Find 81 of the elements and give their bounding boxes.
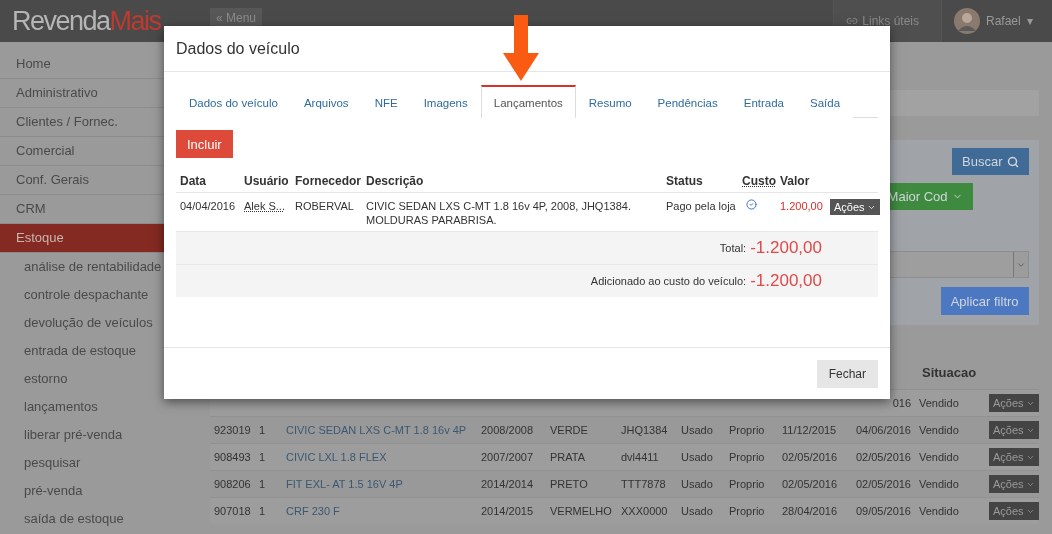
table-cell-text: 02/05/2016: [782, 451, 839, 463]
table-cell-text: VERDE: [550, 424, 589, 436]
column-header: Situacao: [922, 365, 978, 382]
sidebar-item[interactable]: Estoque: [0, 224, 164, 253]
actions-button[interactable]: Ações: [989, 421, 1039, 439]
table-cell-text: 908206: [214, 478, 252, 490]
table-cell-text: Vendido: [919, 424, 960, 436]
table-cell-text: 1: [259, 478, 267, 490]
actions-button[interactable]: Ações: [989, 475, 1039, 493]
table-cell-text: 1: [259, 451, 267, 463]
column-header: Valor: [780, 174, 811, 188]
table-cell-text: 1.200,00: [780, 199, 824, 214]
table-cell-text: 04/04/2016: [180, 199, 237, 214]
vehicle-link[interactable]: CRF 230 F: [286, 505, 481, 517]
table-cell-text: ROBERVAL: [295, 199, 355, 214]
table-cell-text: Pago pela loja: [666, 199, 737, 214]
table-cell-text: 1: [259, 424, 267, 436]
table-cell-text: Usado: [681, 424, 714, 436]
link-icon: [846, 15, 859, 27]
column-header: Descrição: [366, 174, 425, 188]
table-cell-text: 2014/2015: [481, 505, 534, 517]
table-cell-text: CIVIC SEDAN LXS C-MT 1.8 16v 4P, 2008, JHQ1384. MOLDURAS PARABRISA.: [366, 199, 632, 228]
table-cell-text: Vendido: [919, 505, 960, 517]
table-cell-text: 02/05/2016: [854, 451, 912, 463]
apply-filter-button[interactable]: Aplicar filtro: [940, 287, 1029, 315]
total-label: Adicionado ao custo do veículo:: [590, 275, 747, 287]
table-cell-text: JHQ1384: [621, 424, 669, 436]
table-cell-text: PRATA: [550, 451, 587, 463]
table-cell-text: 907018: [214, 505, 252, 517]
table-cell-text: Proprio: [729, 424, 766, 436]
avatar: [954, 8, 980, 34]
column-header: Data: [180, 174, 207, 188]
table-cell-text: Usado: [681, 451, 714, 463]
column-header: Status: [666, 174, 704, 188]
total-value: -1.200,00: [750, 271, 822, 291]
table-cell-text: TTT7878: [621, 478, 667, 490]
table-cell-text: Alek S...: [244, 199, 286, 214]
search-icon: [1006, 155, 1019, 168]
actions-button[interactable]: Ações: [830, 199, 880, 215]
column-header: Usuário: [244, 174, 290, 188]
table-cell-text: 908493: [214, 451, 252, 463]
table-cell-text: VERMELHO: [550, 505, 613, 517]
table-cell-text: 11/12/2015: [782, 424, 838, 436]
add-button[interactable]: Incluir: [176, 130, 233, 158]
table-cell-text: Usado: [681, 478, 714, 490]
table-cell-text: Usado: [681, 505, 714, 517]
table-cell-text: 016: [891, 397, 912, 409]
actions-button[interactable]: Ações: [989, 448, 1039, 466]
vehicle-link[interactable]: CIVIC SEDAN LXS C-MT 1.8 16v 4P: [286, 424, 481, 436]
column-header: Fornecedor: [295, 174, 362, 188]
table-cell-text: 1: [259, 505, 267, 517]
total-label: Total:: [719, 242, 747, 254]
table-cell-text: 02/05/2016: [854, 478, 912, 490]
logo: RevendaMais: [11, 5, 162, 37]
table-cell-text: Proprio: [729, 505, 766, 517]
table-cell-text: PRETO: [550, 478, 589, 490]
table-cell-text: 2007/2007: [481, 451, 534, 463]
actions-button[interactable]: Ações: [989, 394, 1039, 412]
table-cell-text: Vendido: [919, 397, 960, 409]
table-cell-text: 02/05/2016: [782, 478, 839, 490]
close-button[interactable]: Fechar: [816, 359, 878, 388]
table-cell-text: dvl4411: [621, 451, 660, 463]
table-cell-text: 28/04/2016: [782, 505, 839, 517]
total-value: -1.200,00: [750, 238, 822, 258]
vehicle-link[interactable]: CIVIC LXL 1.8 FLEX: [286, 451, 481, 463]
search-button[interactable]: Buscar: [952, 148, 1029, 175]
table-cell-text: Proprio: [729, 478, 766, 490]
table-cell-text: Proprio: [729, 451, 766, 463]
column-header: Custo: [742, 174, 777, 188]
table-cell-text: 2014/2014: [481, 478, 534, 490]
down-arrow-icon: [503, 15, 539, 81]
table-cell-text: 923019: [214, 424, 252, 436]
table-cell-text: XXX0000: [621, 505, 669, 517]
tab[interactable]: Lançamentos: [480, 85, 576, 118]
table-cell-text: Vendido: [919, 451, 960, 463]
table-cell-text: Vendido: [919, 478, 960, 490]
table-cell-text: 09/05/2016: [854, 505, 912, 517]
actions-button[interactable]: Ações: [989, 502, 1039, 520]
table-cell-text: 04/06/2016: [854, 424, 912, 436]
vehicle-link[interactable]: FIT EXL- AT 1.5 16V 4P: [286, 478, 481, 490]
table-cell-text: 2008/2008: [481, 424, 534, 436]
